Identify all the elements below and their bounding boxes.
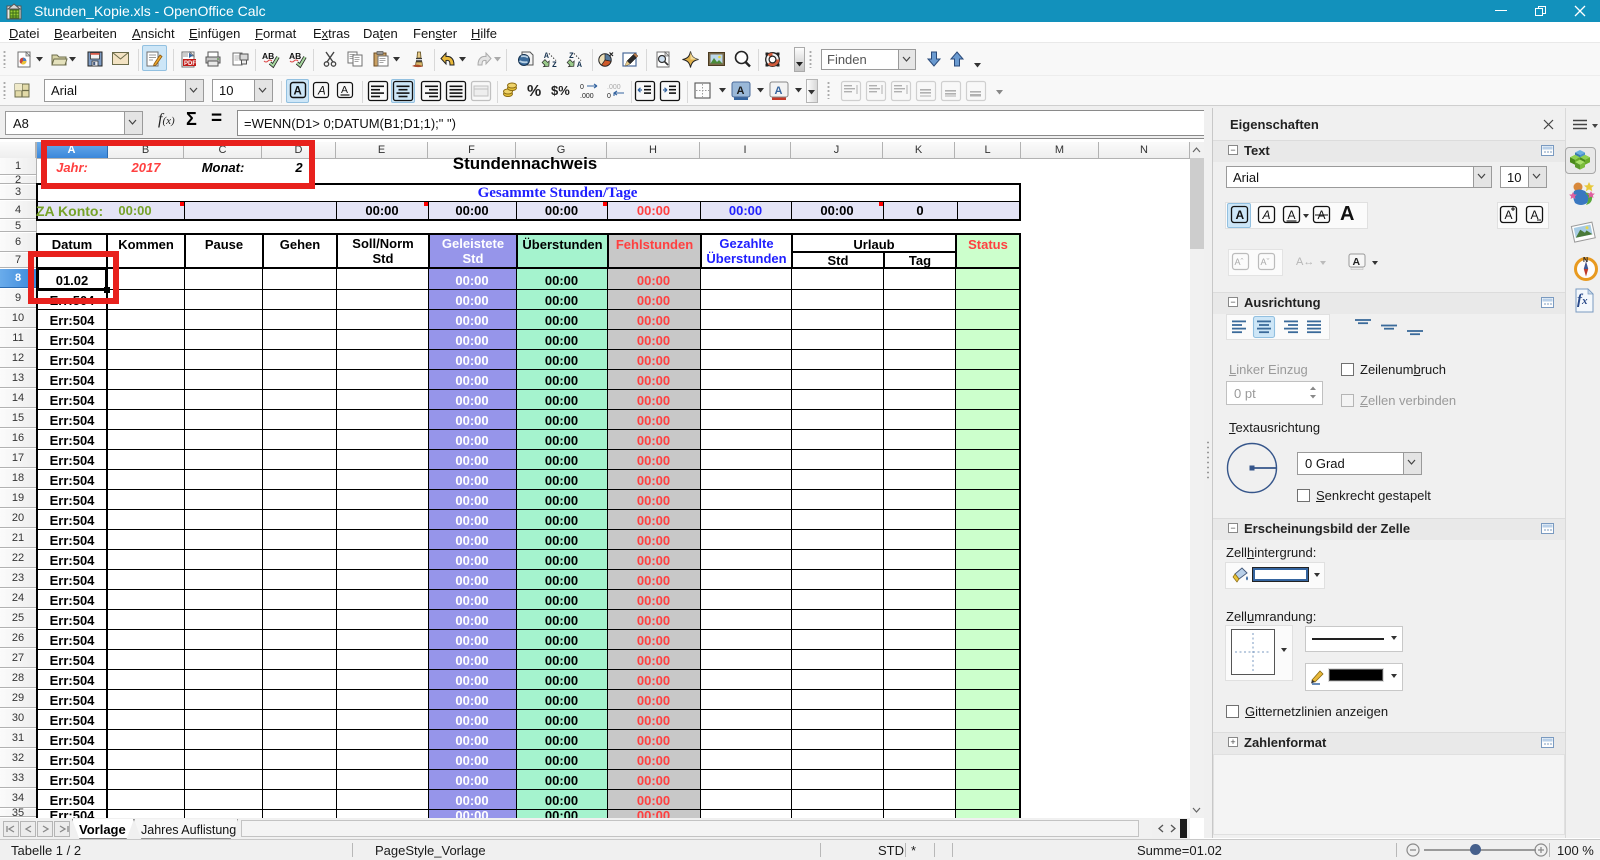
svg-text:Aˇ: Aˇ [1261, 257, 1270, 267]
svg-text:A: A [1262, 208, 1271, 222]
svg-text:0: 0 [580, 84, 584, 91]
svg-text:AB: AB [289, 51, 301, 61]
svg-text:N: N [1583, 257, 1588, 264]
svg-text:.000: .000 [580, 93, 594, 100]
svg-text:Z: Z [552, 61, 557, 70]
svg-text:A: A [1288, 208, 1296, 222]
svg-text:A: A [317, 86, 326, 98]
svg-text:A: A [1505, 208, 1513, 222]
svg-text:A↔: A↔ [1296, 256, 1314, 268]
svg-text:Aˆ: Aˆ [1235, 257, 1244, 267]
svg-text:A: A [341, 84, 348, 96]
svg-text:0: 0 [607, 93, 611, 100]
svg-text:A: A [1353, 256, 1361, 268]
svg-text:.000: .000 [607, 84, 621, 91]
svg-text:A: A [577, 61, 582, 70]
svg-text:A: A [775, 85, 783, 97]
svg-text:A: A [1236, 208, 1245, 222]
svg-text:A: A [294, 86, 302, 98]
svg-text:A: A [737, 85, 745, 97]
svg-text:PDF: PDF [184, 61, 196, 67]
svg-text:AB: AB [262, 51, 274, 61]
